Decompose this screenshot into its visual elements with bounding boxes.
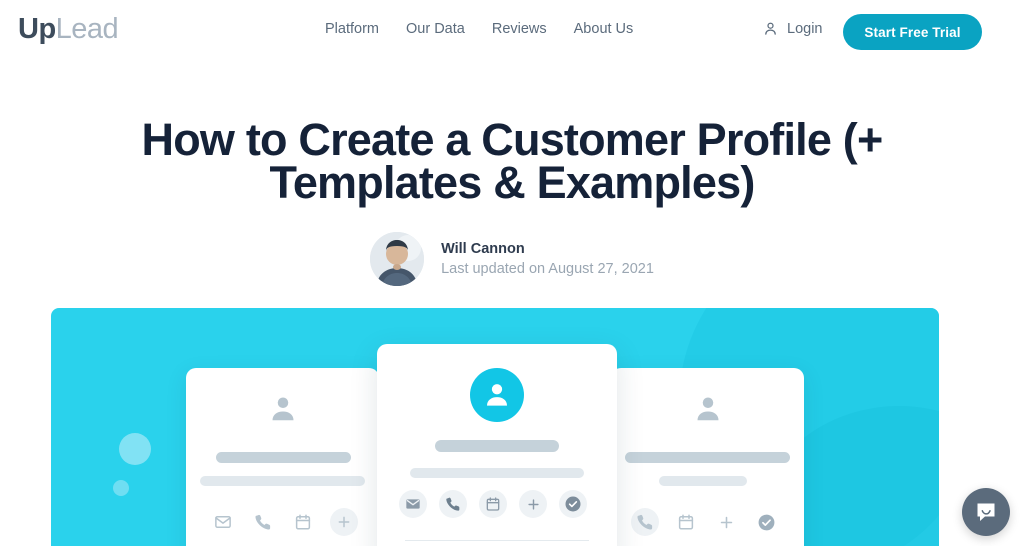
profile-card-left <box>186 368 379 546</box>
logo-text-primary: Up <box>18 13 56 45</box>
calendar-icon[interactable] <box>290 509 316 535</box>
nav-item-about-us[interactable]: About Us <box>574 21 634 37</box>
mail-icon[interactable] <box>210 509 236 535</box>
page-title: How to Create a Customer Profile (+ Temp… <box>141 114 884 208</box>
card-action-icons <box>399 490 587 518</box>
nav-item-platform[interactable]: Platform <box>325 21 379 37</box>
placeholder-bar-secondary <box>410 468 584 478</box>
nav-item-reviews[interactable]: Reviews <box>492 21 547 37</box>
phone-icon[interactable] <box>250 509 276 535</box>
placeholder-bar-primary <box>216 452 351 463</box>
check-circle-icon[interactable] <box>559 490 587 518</box>
placeholder-bar-primary <box>625 452 790 463</box>
site-header: UpLead Platform Our Data Reviews About U… <box>0 0 1024 62</box>
card-action-icons <box>631 508 779 536</box>
author-name[interactable]: Will Cannon <box>441 241 654 257</box>
card-divider <box>405 540 589 541</box>
chat-launcher-button[interactable] <box>962 488 1010 536</box>
calendar-icon[interactable] <box>479 490 507 518</box>
plus-icon[interactable] <box>519 490 547 518</box>
card-action-icons <box>210 508 358 536</box>
person-icon <box>268 394 298 424</box>
placeholder-bar-secondary <box>659 476 747 486</box>
logo-text-secondary: Lead <box>55 13 119 45</box>
article-byline: Will Cannon Last updated on August 27, 2… <box>0 232 1024 286</box>
hero-illustration <box>51 308 939 546</box>
person-icon <box>470 368 524 422</box>
phone-icon[interactable] <box>631 508 659 536</box>
site-logo[interactable]: UpLead <box>18 12 119 46</box>
profile-card-right <box>611 368 804 546</box>
login-link[interactable]: Login <box>763 21 822 37</box>
nav-item-our-data[interactable]: Our Data <box>406 21 465 37</box>
author-avatar <box>370 232 425 286</box>
profile-card-center <box>377 344 617 546</box>
phone-icon[interactable] <box>439 490 467 518</box>
placeholder-bar-secondary <box>200 476 365 486</box>
byline-text: Will Cannon Last updated on August 27, 2… <box>441 241 654 277</box>
plus-icon[interactable] <box>713 509 739 535</box>
chat-bubble-icon <box>974 500 998 524</box>
login-label: Login <box>787 21 823 37</box>
hero-bubble-large <box>119 433 151 465</box>
start-free-trial-button[interactable]: Start Free Trial <box>843 14 982 50</box>
check-circle-icon[interactable] <box>753 509 779 535</box>
user-icon <box>763 21 778 37</box>
plus-icon[interactable] <box>330 508 358 536</box>
person-icon <box>693 394 723 424</box>
hero-bubble-small <box>113 480 129 496</box>
last-updated-text: Last updated on August 27, 2021 <box>441 261 654 277</box>
page-root: UpLead Platform Our Data Reviews About U… <box>0 0 1024 546</box>
mail-icon[interactable] <box>399 490 427 518</box>
placeholder-bar-primary <box>435 440 559 452</box>
main-navigation: Platform Our Data Reviews About Us <box>325 21 633 37</box>
calendar-icon[interactable] <box>673 509 699 535</box>
